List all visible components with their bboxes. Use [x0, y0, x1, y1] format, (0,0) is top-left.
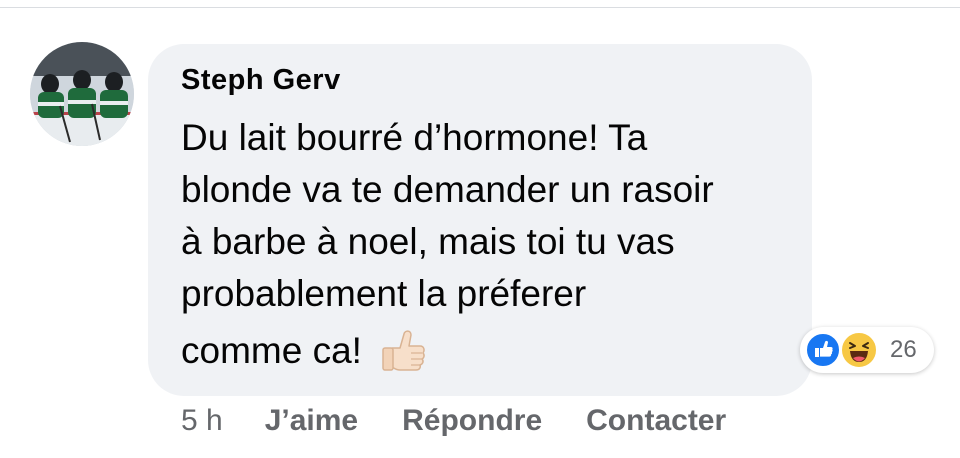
reactions-summary[interactable]: 26: [800, 327, 934, 373]
avatar[interactable]: [30, 42, 134, 146]
top-divider: [0, 7, 960, 8]
comment-screen: Steph Gerv Du lait bourré d’hormone! Ta …: [0, 0, 960, 458]
like-icon: [805, 332, 841, 368]
avatar-image: [30, 42, 134, 146]
comment-line: comme ca!: [181, 330, 362, 371]
reaction-count: 26: [890, 336, 917, 363]
comment-line: Du lait bourré d’hormone! Ta: [181, 117, 648, 158]
comment-actions: 5 h J’aime Répondre Contacter: [181, 404, 770, 438]
comment-line: probablement la préferer: [181, 273, 587, 314]
comment-body: Du lait bourré d’hormone! Ta blonde va t…: [181, 112, 791, 320]
thumbs-up-emoji-icon: [378, 326, 428, 376]
contact-button[interactable]: Contacter: [586, 404, 726, 438]
comment-line: blonde va te demander un rasoir: [181, 169, 714, 210]
author-name[interactable]: Steph Gerv: [181, 64, 341, 97]
reply-button[interactable]: Répondre: [402, 404, 542, 438]
haha-icon: [840, 331, 878, 369]
comment-line: à barbe à noel, mais toi tu vas: [181, 221, 675, 262]
comment-timestamp[interactable]: 5 h: [181, 404, 223, 438]
comment-last-line: comme ca!: [181, 325, 428, 377]
like-button[interactable]: J’aime: [265, 404, 358, 438]
